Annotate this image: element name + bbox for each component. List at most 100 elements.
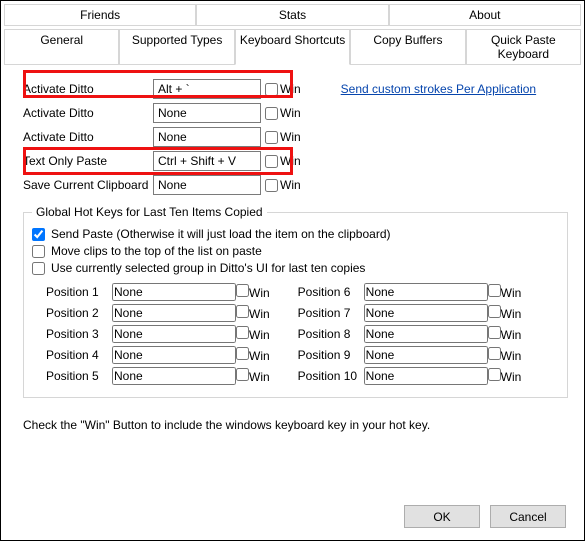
cancel-button[interactable]: Cancel xyxy=(490,505,566,528)
group-option-label: Use currently selected group in Ditto's … xyxy=(51,261,365,275)
position-input[interactable] xyxy=(112,346,236,364)
position-row: Position 7Win xyxy=(298,304,522,322)
win-label: Win xyxy=(501,307,522,321)
hotkey-label: Activate Ditto xyxy=(23,106,153,120)
win-checkbox[interactable] xyxy=(236,347,249,360)
position-row: Position 2 Win xyxy=(46,304,270,322)
position-row: Position 1 Win xyxy=(46,283,270,301)
tab-quick-paste-keyboard[interactable]: Quick Paste Keyboard xyxy=(466,29,581,65)
tab-row-top: Friends Stats About xyxy=(1,1,584,26)
position-input[interactable] xyxy=(112,283,236,301)
global-hotkeys-group: Global Hot Keys for Last Ten Items Copie… xyxy=(23,205,568,398)
position-label: Position 1 xyxy=(46,285,112,299)
send-custom-strokes-link[interactable]: Send custom strokes Per Application xyxy=(341,82,536,96)
win-checkbox[interactable] xyxy=(236,305,249,318)
hotkey-label: Activate Ditto xyxy=(23,82,153,96)
win-checkbox[interactable] xyxy=(236,368,249,381)
win-checkbox-wrap: Win xyxy=(236,305,270,321)
hotkey-input[interactable] xyxy=(153,175,261,195)
group-option-checkbox[interactable] xyxy=(32,262,45,275)
group-option-1: Move clips to the top of the list on pas… xyxy=(32,244,559,258)
win-checkbox[interactable] xyxy=(265,83,278,96)
position-input[interactable] xyxy=(112,304,236,322)
hotkey-input[interactable] xyxy=(153,127,261,147)
win-checkbox-wrap: Win xyxy=(488,305,522,321)
win-checkbox[interactable] xyxy=(236,326,249,339)
win-label: Win xyxy=(501,328,522,342)
win-checkbox[interactable] xyxy=(265,131,278,144)
position-label: Position 5 xyxy=(46,369,112,383)
hotkey-input[interactable] xyxy=(153,151,261,171)
position-input[interactable] xyxy=(112,367,236,385)
position-row: Position 4 Win xyxy=(46,346,270,364)
win-checkbox[interactable] xyxy=(488,305,501,318)
win-label: Win xyxy=(280,154,301,168)
position-input[interactable] xyxy=(364,283,488,301)
win-label: Win xyxy=(280,130,301,144)
hotkey-row-2: Activate DittoWin xyxy=(23,127,568,147)
group-legend: Global Hot Keys for Last Ten Items Copie… xyxy=(32,205,267,219)
win-label: Win xyxy=(280,178,301,192)
position-label: Position 2 xyxy=(46,306,112,320)
win-checkbox[interactable] xyxy=(488,347,501,360)
position-row: Position 10 Win xyxy=(298,367,522,385)
win-checkbox-wrap: Win xyxy=(265,154,301,168)
win-checkbox[interactable] xyxy=(488,368,501,381)
group-option-checkbox[interactable] xyxy=(32,245,45,258)
hotkey-row-3: Text Only Paste Win xyxy=(23,151,568,171)
win-label: Win xyxy=(249,286,270,300)
group-option-label: Move clips to the top of the list on pas… xyxy=(51,244,262,258)
win-label: Win xyxy=(501,349,522,363)
win-label: Win xyxy=(280,106,301,120)
hotkey-input[interactable] xyxy=(153,103,261,123)
position-label: Position 6 xyxy=(298,285,364,299)
hotkey-row-0: Activate Ditto Win Send custom strokes Per… xyxy=(23,79,568,99)
win-checkbox-wrap: Win xyxy=(265,82,301,96)
position-label: Position 8 xyxy=(298,327,364,341)
footer-note: Check the "Win" Button to include the wi… xyxy=(23,418,568,432)
group-option-label: Send Paste (Otherwise it will just load … xyxy=(51,227,391,241)
win-checkbox[interactable] xyxy=(265,107,278,120)
win-checkbox-wrap: Win xyxy=(236,347,270,363)
win-label: Win xyxy=(249,307,270,321)
win-checkbox-wrap: Win xyxy=(488,347,522,363)
hotkey-label: Text Only Paste xyxy=(23,154,153,168)
hotkey-label: Save Current Clipboard xyxy=(23,178,153,192)
position-label: Position 10 xyxy=(298,369,364,383)
win-label: Win xyxy=(249,370,270,384)
position-label: Position 3 xyxy=(46,327,112,341)
tab-about[interactable]: About xyxy=(389,4,581,26)
position-input[interactable] xyxy=(364,346,488,364)
win-checkbox-wrap: Win xyxy=(488,284,522,300)
tab-supported-types[interactable]: Supported Types xyxy=(119,29,234,65)
position-label: Position 4 xyxy=(46,348,112,362)
position-input[interactable] xyxy=(112,325,236,343)
win-checkbox-wrap: Win xyxy=(236,368,270,384)
win-checkbox[interactable] xyxy=(265,179,278,192)
tab-general[interactable]: General xyxy=(4,29,119,65)
tab-friends[interactable]: Friends xyxy=(4,4,196,26)
hotkey-input[interactable] xyxy=(153,79,261,99)
tab-keyboard-shortcuts[interactable]: Keyboard Shortcuts xyxy=(235,29,350,65)
win-checkbox-wrap: Win xyxy=(236,326,270,342)
position-row: Position 3 Win xyxy=(46,325,270,343)
position-label: Position 9 xyxy=(298,348,364,362)
tab-copy-buffers[interactable]: Copy Buffers xyxy=(350,29,465,65)
win-checkbox[interactable] xyxy=(236,284,249,297)
position-input[interactable] xyxy=(364,325,488,343)
win-checkbox[interactable] xyxy=(488,284,501,297)
win-checkbox[interactable] xyxy=(488,326,501,339)
group-option-checkbox[interactable] xyxy=(32,228,45,241)
group-option-0: Send Paste (Otherwise it will just load … xyxy=(32,227,559,241)
tab-stats[interactable]: Stats xyxy=(196,4,388,26)
ok-button[interactable]: OK xyxy=(404,505,480,528)
win-label: Win xyxy=(280,82,301,96)
hotkey-row-1: Activate Ditto Win xyxy=(23,103,568,123)
position-input[interactable] xyxy=(364,367,488,385)
win-checkbox[interactable] xyxy=(265,155,278,168)
position-input[interactable] xyxy=(364,304,488,322)
win-checkbox-wrap: Win xyxy=(265,178,301,192)
hotkey-row-4: Save Current Clipboard Win xyxy=(23,175,568,195)
tab-row-bottom: General Supported Types Keyboard Shortcu… xyxy=(1,26,584,65)
win-label: Win xyxy=(501,370,522,384)
